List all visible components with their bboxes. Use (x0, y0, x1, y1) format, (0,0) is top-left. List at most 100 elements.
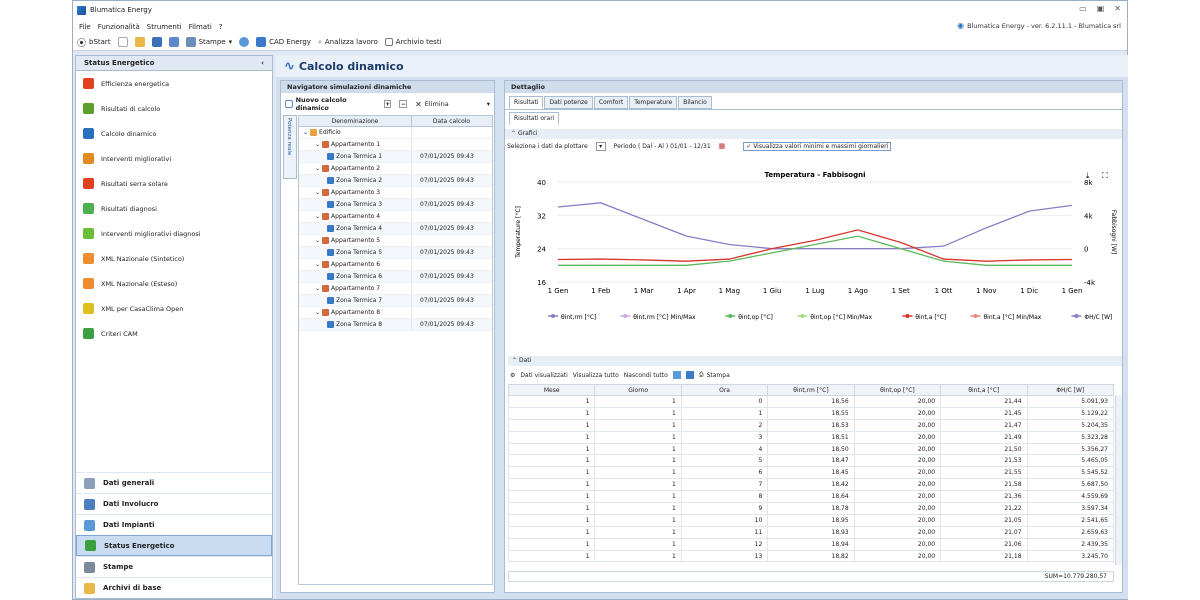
sidebar-item[interactable]: Risultati serra solare (76, 171, 272, 196)
tree-row[interactable]: ⌄ Edificio (299, 127, 492, 139)
legend-item[interactable]: θint,op [°C] Min/Max (810, 314, 872, 321)
table-row[interactable]: 1 1 9 18,78 20,00 21,22 3.597,34 (508, 502, 1115, 515)
table-row[interactable]: 1 1 11 18,93 20,00 21,07 2.659,63 (508, 525, 1115, 539)
table-row[interactable]: 1 1 8 18,64 20,00 21,36 4.559,69 (508, 490, 1115, 504)
tree-row[interactable]: ⌄ Appartamento 8 (299, 307, 492, 319)
new-file-icon[interactable] (117, 37, 128, 47)
expand-all-icon[interactable]: + (383, 100, 392, 108)
detail-tab[interactable]: Risultati (509, 96, 544, 109)
calendar-icon[interactable]: ▦ (719, 142, 726, 150)
export-grid-icon[interactable] (685, 371, 694, 379)
fullscreen-icon[interactable]: ⛶ (1101, 171, 1108, 180)
grid-scrollbar[interactable] (1115, 395, 1122, 565)
table-row[interactable]: 1 1 5 18,47 20,00 21,53 5.465,05 (508, 454, 1115, 468)
side-tab-potenza-reale[interactable]: Potenza reale (283, 115, 297, 179)
grid-print-button[interactable]: ⎙ Stampa (699, 371, 730, 379)
legend-item[interactable]: θint,rm [°C] Min/Max (633, 314, 696, 321)
table-row[interactable]: 1 1 4 18,50 20,00 21,50 5.356,27 (508, 442, 1115, 456)
minimize-icon[interactable]: ▭ (1079, 4, 1087, 13)
detail-tab[interactable]: Dati potenze (544, 96, 593, 109)
select-data-dropdown[interactable]: ▾ (595, 141, 606, 151)
visualizza-tutto-button[interactable]: Visualizza tutto (573, 372, 619, 379)
column-header[interactable]: θint,a [°C] (940, 384, 1028, 396)
stampe-button[interactable]: Stampe ▾ (185, 37, 232, 47)
analizza-button[interactable]: ⌕ Analizza lavoro (318, 38, 378, 47)
cad-energy-button[interactable]: CAD Energy (256, 37, 311, 47)
bstart-button[interactable]: ⦿ bStart (77, 36, 111, 49)
expand-chevron-icon[interactable]: ⌄ (315, 285, 320, 292)
tree-row[interactable]: Zona Termica 2 07/01/2025 09:43 (299, 175, 492, 187)
legend-item[interactable]: θint,rm [°C] (561, 314, 596, 321)
tree-row[interactable]: Zona Termica 5 07/01/2025 09:43 (299, 247, 492, 259)
close-icon[interactable]: ✕ (1114, 4, 1121, 13)
sidebar-item[interactable]: XML Nazionale (Sintetico) (76, 246, 272, 271)
tree-row[interactable]: Zona Termica 6 07/01/2025 09:43 (299, 271, 492, 283)
expand-chevron-icon[interactable]: ⌄ (303, 129, 308, 136)
sidebar-section[interactable]: Stampe (76, 556, 272, 577)
tree-row[interactable]: ⌄ Appartamento 2 (299, 163, 492, 175)
legend-item[interactable]: θint,op [°C] (738, 314, 773, 321)
sidebar-section[interactable]: Dati Impianti (76, 514, 272, 535)
settings-icon[interactable] (239, 37, 250, 47)
table-row[interactable]: 1 1 0 18,56 20,00 21,44 5.091,93 (508, 395, 1115, 408)
table-row[interactable]: 1 1 1 18,55 20,00 21,45 5.129,22 (508, 406, 1115, 420)
col-data-calcolo[interactable]: Data calcolo (411, 116, 491, 126)
archivio-testi-button[interactable]: Archivio testi (384, 38, 442, 46)
sidebar-item[interactable]: XML Nazionale (Esteso) (76, 271, 272, 296)
grafici-section-header[interactable]: ⌃ Grafici (505, 129, 1122, 139)
expand-chevron-icon[interactable]: ⌄ (315, 309, 320, 316)
sidebar-section[interactable]: Status Energetico (76, 535, 272, 556)
open-folder-icon[interactable] (134, 37, 145, 47)
min-max-checkbox[interactable]: ✓ Visualizza valori minimi e massimi gio… (743, 141, 892, 151)
expand-chevron-icon[interactable]: ⌄ (315, 237, 320, 244)
tree-row[interactable]: ⌄ Appartamento 3 (299, 187, 492, 199)
menu-file[interactable]: File (79, 23, 91, 31)
tree-row[interactable]: ⌄ Appartamento 4 (299, 211, 492, 223)
tab-risultati-orari[interactable]: Risultati orari (509, 112, 560, 125)
expand-chevron-icon[interactable]: ⌄ (315, 141, 320, 148)
new-calc-button[interactable]: Nuovo calcolo dinamico (285, 96, 376, 112)
table-row[interactable]: 1 1 3 18,51 20,00 21,49 5.323,28 (508, 430, 1115, 444)
save-as-icon[interactable] (168, 37, 179, 47)
sidebar-section[interactable]: Dati Involucro (76, 493, 272, 514)
maximize-icon[interactable]: ▣ (1097, 4, 1105, 13)
expand-chevron-icon[interactable]: ⌄ (315, 261, 320, 268)
sidebar-section[interactable]: Dati generali (76, 472, 272, 493)
column-header[interactable]: Giorno (594, 384, 682, 396)
sidebar-item[interactable]: Calcolo dinamico (76, 121, 272, 146)
tree-row[interactable]: Zona Termica 7 07/01/2025 09:43 (299, 295, 492, 307)
sidebar-item[interactable]: Interventi migliorativi (76, 146, 272, 171)
table-row[interactable]: 1 1 10 18,95 20,00 21,05 2.541,65 (508, 513, 1115, 527)
expand-chevron-icon[interactable]: ⌄ (315, 189, 320, 196)
legend-item[interactable]: θint,a [°C] Min/Max (984, 314, 1042, 321)
table-row[interactable]: 1 1 2 18,53 20,00 21,47 5.204,35 (508, 418, 1115, 432)
detail-tab[interactable]: Bilancio (678, 96, 712, 109)
table-row[interactable]: 1 1 12 18,94 20,00 21,06 2.439,35 (508, 537, 1115, 551)
column-header[interactable]: ΦH/C [W] (1026, 384, 1115, 396)
menu-help[interactable]: ? (219, 23, 223, 31)
column-header[interactable]: θint,rm [°C] (767, 384, 855, 396)
menu-funzionalita[interactable]: Funzionalità (98, 23, 140, 31)
menu-strumenti[interactable]: Strumenti (147, 23, 182, 31)
tree-row[interactable]: ⌄ Appartamento 6 (299, 259, 492, 271)
detail-tab[interactable]: Temperature (629, 96, 678, 109)
tree-row[interactable]: ⌄ Appartamento 1 (299, 139, 492, 151)
expand-chevron-icon[interactable]: ⌄ (315, 165, 320, 172)
dati-visualizzati-button[interactable]: Dati visualizzati (520, 372, 567, 379)
tree-row[interactable]: Zona Termica 1 07/01/2025 09:43 (299, 151, 492, 163)
collapse-all-icon[interactable]: − (399, 100, 408, 108)
collapse-icon[interactable]: ‹ (261, 59, 264, 67)
tree-row[interactable]: ⌄ Appartamento 5 (299, 235, 492, 247)
legend-item[interactable]: θint,a [°C] (915, 314, 946, 321)
sidebar-item[interactable]: Risultati di calcolo (76, 96, 272, 121)
tree-row[interactable]: ⌄ Appartamento 7 (299, 283, 492, 295)
delete-button[interactable]: ✕ Elimina (415, 100, 449, 109)
table-row[interactable]: 1 1 13 18,82 20,00 21,18 3.245,70 (508, 549, 1115, 563)
table-row[interactable]: 1 1 6 18,45 20,00 21,55 5.545,52 (508, 466, 1115, 480)
nascondi-tutto-button[interactable]: Nascondi tutto (624, 372, 668, 379)
tree-row[interactable]: Zona Termica 4 07/01/2025 09:43 (299, 223, 492, 235)
sidebar-item[interactable]: XML per CasaClima Open (76, 296, 272, 321)
navigator-dropdown-icon[interactable]: ▾ (487, 100, 490, 108)
sidebar-item[interactable]: Interventi migliorativi diagnosi (76, 221, 272, 246)
column-header[interactable]: θint,op [°C] (853, 384, 942, 396)
